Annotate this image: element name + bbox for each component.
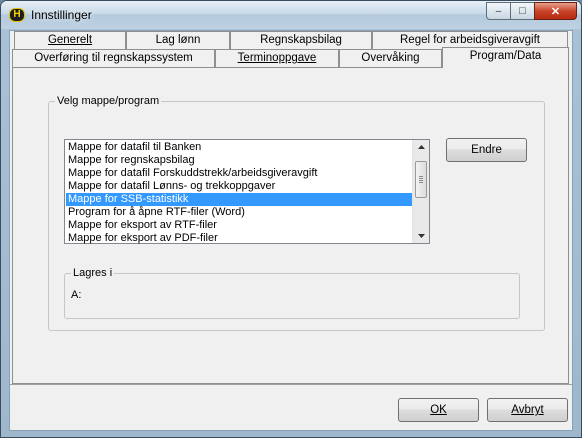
window-title: Innstillinger	[31, 8, 92, 22]
list-item-selected[interactable]: Mappe for SSB-statistikk	[66, 193, 412, 206]
close-icon: ✕	[550, 5, 561, 18]
tab-lag-lonn[interactable]: Lag lønn	[126, 31, 230, 50]
chevron-up-icon	[418, 145, 425, 149]
dialog-client-area: Generelt Lag lønn Regnskapsbilag Regel f…	[9, 30, 573, 431]
title-bar[interactable]: H Innstillinger – □ ✕	[1, 1, 581, 29]
list-item[interactable]: Mappe for datafil Forskuddstrekk/arbeids…	[66, 167, 412, 180]
tab-generelt[interactable]: Generelt	[14, 31, 126, 50]
folder-program-listbox[interactable]: Mappe for datafil til Banken Mappe for r…	[64, 139, 430, 244]
list-item[interactable]: Mappe for regnskapsbilag	[66, 154, 412, 167]
app-icon: H	[9, 8, 25, 22]
maximize-icon: □	[519, 5, 526, 17]
saved-in-group: Lagres i A:	[64, 267, 520, 319]
minimize-button[interactable]: –	[486, 2, 511, 20]
tab-regnskapsbilag[interactable]: Regnskapsbilag	[230, 31, 372, 50]
close-button[interactable]: ✕	[534, 2, 577, 20]
list-item[interactable]: Mappe for eksport av RTF-filer	[66, 219, 412, 232]
minimize-icon: –	[495, 5, 502, 17]
list-item[interactable]: Program for å åpne RTF-filer (Word)	[66, 206, 412, 219]
scrollbar-thumb[interactable]	[415, 161, 427, 198]
tab-program-data[interactable]: Program/Data	[442, 47, 569, 68]
saved-in-label: Lagres i	[71, 267, 115, 279]
list-item[interactable]: Mappe for datafil Lønns- og trekkoppgave…	[66, 180, 412, 193]
footer-separator	[10, 384, 572, 385]
ok-button[interactable]: OK	[398, 398, 479, 422]
tab-overvaking[interactable]: Overvåking	[339, 49, 442, 68]
chevron-down-icon	[418, 234, 425, 238]
cancel-button[interactable]: Avbryt	[487, 398, 568, 422]
tab-overforing[interactable]: Overføring til regnskapssystem	[12, 49, 215, 68]
folder-program-group: Velg mappe/program Mappe for datafil til…	[48, 95, 545, 331]
scroll-down-button[interactable]	[413, 229, 430, 243]
saved-in-path: A:	[71, 289, 82, 301]
tab-panel-program-data: Velg mappe/program Mappe for datafil til…	[12, 67, 569, 384]
folder-program-group-label: Velg mappe/program	[55, 95, 162, 107]
list-item[interactable]: Mappe for datafil til Banken	[66, 141, 412, 154]
maximize-button[interactable]: □	[510, 2, 535, 20]
list-item[interactable]: Mappe for eksport av PDF-filer	[66, 232, 412, 245]
tab-terminoppgave[interactable]: Terminoppgave	[215, 49, 339, 68]
change-button[interactable]: Endre	[446, 138, 527, 162]
scroll-up-button[interactable]	[413, 140, 430, 154]
listbox-scrollbar[interactable]	[412, 140, 429, 243]
settings-window: H Innstillinger – □ ✕ Generelt Lag lønn …	[0, 0, 582, 438]
